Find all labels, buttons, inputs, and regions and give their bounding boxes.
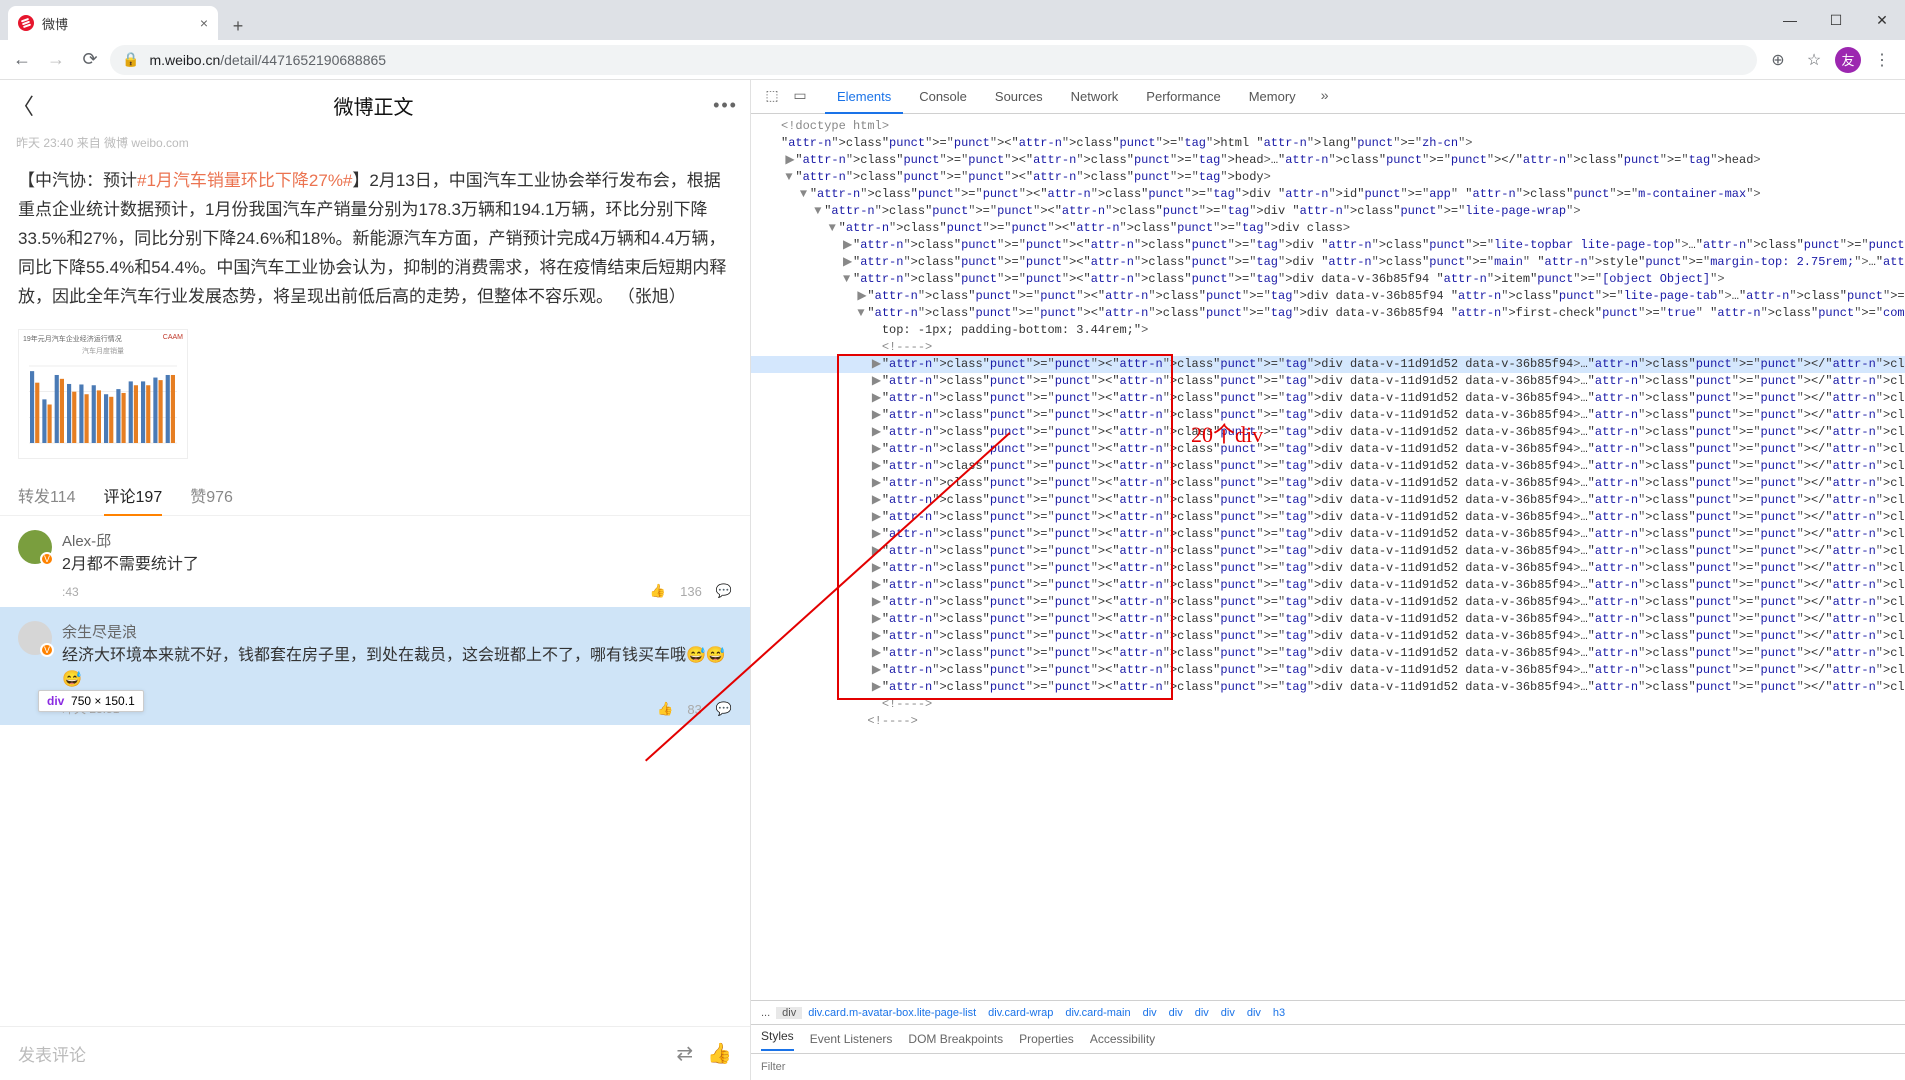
comment-time: 昨天 23:51 xyxy=(62,700,732,717)
devtools-tab-elements[interactable]: Elements xyxy=(825,81,903,114)
styles-tabs: Styles Event Listeners DOM Breakpoints Prop… xyxy=(751,1024,1905,1054)
page-more-icon[interactable]: ••• xyxy=(713,95,738,116)
breadcrumb-item[interactable]: div.card.m-avatar-box.lite-page-list xyxy=(802,1007,982,1019)
styles-tab[interactable]: Event Listeners xyxy=(810,1032,893,1046)
nav-back-button[interactable]: ← xyxy=(8,46,36,74)
weibo-page: 〈 微博正文 ••• 昨天 23:40 来自 微博 weibo.com 【中汽协… xyxy=(0,80,751,1080)
profile-avatar-button[interactable]: 友 xyxy=(1835,47,1861,73)
inspect-element-icon[interactable]: ⬚ xyxy=(761,86,783,108)
element-dimension-tooltip: div 750 × 150.1 xyxy=(38,690,144,712)
breadcrumb-item[interactable]: div.card-wrap xyxy=(982,1007,1059,1019)
dom-tree[interactable]: <!doctype html> "attr-n">class"punct">="… xyxy=(751,114,1905,1000)
post-body: 【中汽协：预计#1月汽车销量环比下降27%#】2月13日，中国汽车工业协会举行发… xyxy=(0,151,750,321)
nav-forward-button[interactable]: → xyxy=(42,46,70,74)
tab-title: 微博 xyxy=(42,14,68,33)
nav-reload-button[interactable]: ⟳ xyxy=(76,46,104,74)
verified-badge-icon: V xyxy=(40,552,54,566)
lock-icon: 🔒 xyxy=(122,51,139,68)
dom-breadcrumbs[interactable]: ...divdiv.card.m-avatar-box.lite-page-li… xyxy=(751,1000,1905,1024)
window-maximize-button[interactable]: ☐ xyxy=(1813,0,1859,40)
devtools-tab-memory[interactable]: Memory xyxy=(1237,81,1308,113)
browser-titlebar: 微博 × + — ☐ ✕ xyxy=(0,0,1905,40)
address-bar[interactable]: 🔒 m.weibo.cn/detail/4471652190688865 xyxy=(110,45,1757,75)
breadcrumb-item[interactable]: div xyxy=(1215,1007,1241,1019)
page-title: 微博正文 xyxy=(334,91,414,120)
verified-badge-icon: V xyxy=(40,643,54,657)
tab-comment[interactable]: 评论197 xyxy=(104,483,163,516)
install-app-icon[interactable]: ⊕ xyxy=(1763,45,1793,75)
url-path: /detail/4471652190688865 xyxy=(220,52,386,68)
comment-text: 2月都不需要统计了 xyxy=(62,553,732,577)
breadcrumb-item[interactable]: div xyxy=(1241,1007,1267,1019)
comment-text: 经济大环境本来就不好，钱都套在房子里，到处在裁员，这会班都上不了，哪有钱买车哦😅… xyxy=(62,644,732,692)
devtools-tab-console[interactable]: Console xyxy=(907,81,979,113)
comment-username[interactable]: Alex-邱 xyxy=(62,530,732,551)
chart-svg-icon xyxy=(23,358,183,453)
device-toggle-icon[interactable]: ▭ xyxy=(789,86,811,108)
post-meta: 昨天 23:40 来自 微博 weibo.com xyxy=(0,130,750,151)
browser-menu-icon[interactable]: ⋮ xyxy=(1867,45,1897,75)
devtools-panel: ⬚ ▭ ElementsConsoleSourcesNetworkPerform… xyxy=(751,80,1905,1080)
window-controls: — ☐ ✕ xyxy=(1767,0,1905,40)
post-chart-thumbnail[interactable]: 19年元月汽车企业经济运行情况CAAM 汽车月度销量 xyxy=(18,329,188,459)
comment-time: :43 xyxy=(62,585,732,599)
page-back-icon[interactable]: 〈 xyxy=(12,89,34,121)
styles-filter-input[interactable] xyxy=(761,1061,903,1073)
devtools-tab-performance[interactable]: Performance xyxy=(1134,81,1232,113)
reply-icon[interactable]: 💬 xyxy=(716,701,732,717)
breadcrumb-item[interactable]: h3 xyxy=(1267,1007,1291,1019)
breadcrumb-item[interactable]: div xyxy=(776,1007,802,1019)
window-minimize-button[interactable]: — xyxy=(1767,0,1813,40)
devtools-toolbar: ⬚ ▭ ElementsConsoleSourcesNetworkPerform… xyxy=(751,80,1905,114)
url-host: m.weibo.cn xyxy=(149,52,220,68)
devtools-more-tabs-icon[interactable]: » xyxy=(1314,86,1336,108)
post-hashtag-link[interactable]: #1月汽车销量环比下降27%# xyxy=(137,171,352,190)
breadcrumb-item[interactable]: div xyxy=(1189,1007,1215,1019)
tab-repost[interactable]: 转发114 xyxy=(18,483,76,507)
breadcrumb-item[interactable]: ... xyxy=(755,1007,776,1019)
like-icon[interactable]: 👍 xyxy=(657,701,673,717)
comment-avatar[interactable]: V xyxy=(18,621,52,655)
comment-username[interactable]: 余生尽是浪 xyxy=(62,621,732,642)
window-close-button[interactable]: ✕ xyxy=(1859,0,1905,40)
devtools-tab-sources[interactable]: Sources xyxy=(983,81,1055,113)
page-topbar: 〈 微博正文 ••• xyxy=(0,80,750,130)
comment-composer: 发表评论 ⇄ 👍 xyxy=(0,1026,750,1080)
comment-item: V Alex-邱 2月都不需要统计了 :43 👍 136 💬 xyxy=(0,516,750,607)
breadcrumb-item[interactable]: div.card-main xyxy=(1059,1007,1136,1019)
styles-filter-row: :hov.cls+ xyxy=(751,1054,1905,1080)
tab-like[interactable]: 赞976 xyxy=(190,483,233,507)
like-icon[interactable]: 👍 xyxy=(707,1041,732,1066)
repost-icon[interactable]: ⇄ xyxy=(676,1041,693,1066)
browser-tab[interactable]: 微博 × xyxy=(8,6,218,40)
browser-toolbar: ← → ⟳ 🔒 m.weibo.cn/detail/44716521906888… xyxy=(0,40,1905,80)
new-tab-button[interactable]: + xyxy=(224,12,252,40)
bookmark-icon[interactable]: ☆ xyxy=(1799,45,1829,75)
tab-close-icon[interactable]: × xyxy=(200,15,208,31)
devtools-tab-network[interactable]: Network xyxy=(1059,81,1131,113)
breadcrumb-item[interactable]: div xyxy=(1163,1007,1189,1019)
like-icon[interactable]: 👍 xyxy=(650,583,666,599)
styles-tab[interactable]: Properties xyxy=(1019,1032,1074,1046)
action-tabs: 转发114 评论197 赞976 xyxy=(0,469,750,516)
like-count: 83 xyxy=(687,702,701,717)
annotation-label: 20个div xyxy=(1191,426,1263,443)
reply-icon[interactable]: 💬 xyxy=(716,583,732,599)
styles-tab[interactable]: Accessibility xyxy=(1090,1032,1155,1046)
comment-avatar[interactable]: V xyxy=(18,530,52,564)
styles-tab[interactable]: DOM Breakpoints xyxy=(908,1032,1003,1046)
like-count: 136 xyxy=(680,584,702,599)
styles-tab[interactable]: Styles xyxy=(761,1029,794,1051)
breadcrumb-item[interactable]: div xyxy=(1137,1007,1163,1019)
weibo-favicon-icon xyxy=(18,15,34,31)
composer-placeholder[interactable]: 发表评论 xyxy=(18,1041,662,1066)
